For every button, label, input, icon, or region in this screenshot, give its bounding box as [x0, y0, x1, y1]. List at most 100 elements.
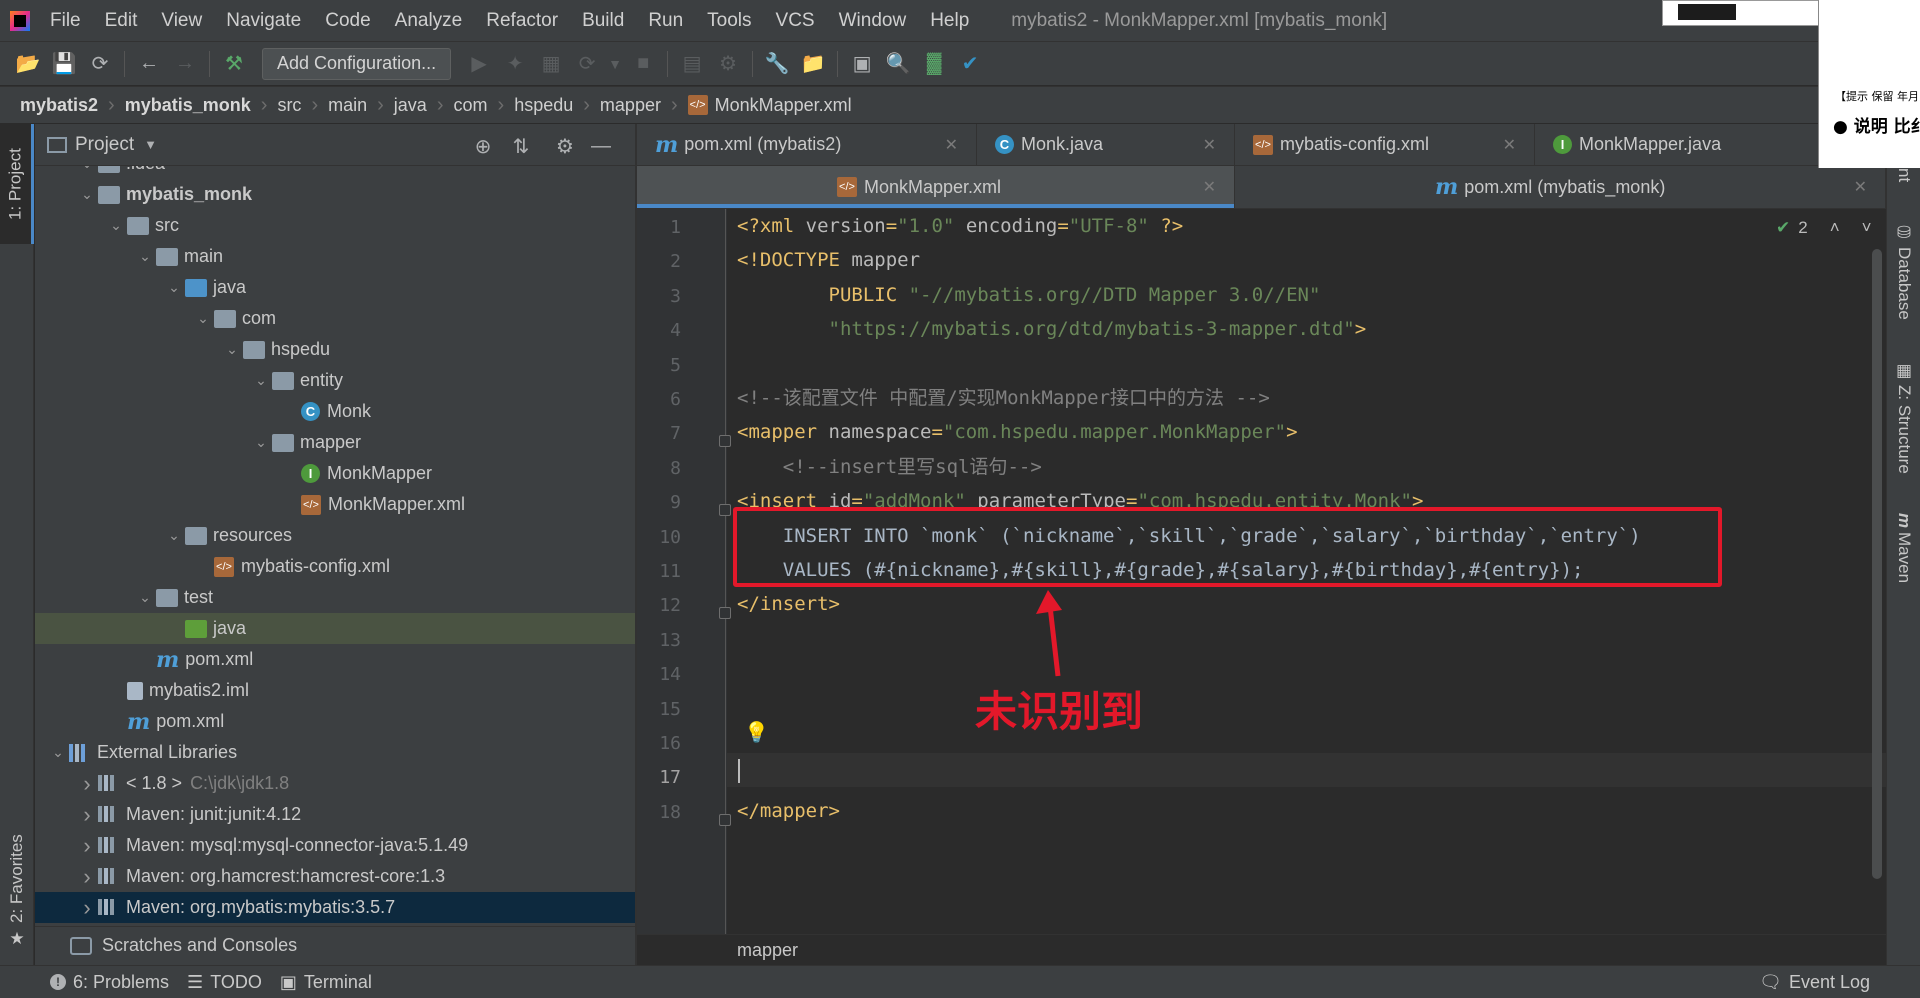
tree-item[interactable]: › Maven: org.hamcrest:hamcrest-core:1.3	[35, 861, 635, 892]
save-all-icon[interactable]: 💾	[46, 46, 82, 82]
event-log-button[interactable]: 🗨 Event Log	[1759, 972, 1870, 993]
build-hammer-icon[interactable]: ⚒	[216, 46, 252, 82]
chevron-right-icon[interactable]: ›	[76, 895, 98, 921]
tree-item[interactable]: › < 1.8 > C:\jdk\jdk1.8	[35, 768, 635, 799]
chevron-down-icon[interactable]: ⌄	[192, 310, 214, 327]
add-configuration-button[interactable]: Add Configuration...	[262, 47, 452, 80]
chevron-right-icon[interactable]: ›	[76, 833, 98, 859]
favorites-tool-tab[interactable]: ★ 2: Favorites	[0, 824, 34, 959]
gear-icon[interactable]: ⚙	[553, 134, 577, 158]
menu-help[interactable]: Help	[918, 0, 981, 41]
chevron-down-icon[interactable]: ▼	[144, 137, 157, 152]
tree-item[interactable]: ⌄ External Libraries	[35, 737, 635, 768]
tree-item[interactable]: java	[35, 613, 635, 644]
scratches-and-consoles[interactable]: Scratches and Consoles	[35, 926, 635, 964]
inspection-widget[interactable]: ✔ 2 ˄ ˅	[1776, 218, 1872, 238]
open-folder-icon[interactable]: 📂	[10, 46, 46, 82]
menu-view[interactable]: View	[149, 0, 214, 41]
chevron-right-icon[interactable]: ›	[76, 864, 98, 890]
menu-navigate[interactable]: Navigate	[214, 0, 313, 41]
tree-item[interactable]: ⌄ mapper	[35, 427, 635, 458]
previous-highlight-icon[interactable]: ˄	[1830, 218, 1840, 238]
tree-item[interactable]: › Maven: mysql:mysql-connector-java:5.1.4…	[35, 830, 635, 861]
close-icon[interactable]: ✕	[1203, 177, 1216, 197]
debug-icon[interactable]: ✦	[497, 46, 533, 82]
menu-edit[interactable]: Edit	[93, 0, 150, 41]
breadcrumb-item[interactable]: com	[454, 95, 488, 116]
close-icon[interactable]: ✕	[1503, 135, 1516, 155]
chevron-down-icon[interactable]: ⌄	[47, 744, 69, 761]
chevron-down-icon[interactable]: ⌄	[105, 217, 127, 234]
project-tool-tab[interactable]: 1: Project	[0, 124, 34, 244]
tree-item[interactable]: ⌄ hspedu	[35, 334, 635, 365]
terminal-tool-button[interactable]: ▣ Terminal	[280, 972, 372, 993]
tree-item[interactable]: ⌄ mybatis_monk	[35, 179, 635, 210]
menu-file[interactable]: File	[38, 0, 93, 41]
breadcrumb-item[interactable]: </> MonkMapper.xml	[687, 95, 852, 116]
menu-code[interactable]: Code	[313, 0, 382, 41]
collapse-all-icon[interactable]: ⇅	[509, 134, 533, 158]
dropdown-chevron-icon[interactable]: ▼	[605, 46, 625, 82]
editor-scrollbar[interactable]	[1872, 249, 1882, 879]
attach-debugger-icon[interactable]: ▤	[674, 46, 710, 82]
chevron-down-icon[interactable]: ⌄	[250, 372, 272, 389]
problems-tool-button[interactable]: ! 6: Problems	[50, 972, 169, 993]
tree-item[interactable]: ⌄ src	[35, 210, 635, 241]
editor-tab[interactable]: m pom.xml (mybatis_monk) ✕	[1235, 166, 1886, 208]
back-arrow-icon[interactable]: ←	[131, 46, 167, 82]
breadcrumb-item[interactable]: main	[328, 95, 367, 116]
project-structure-icon[interactable]: 📁	[795, 46, 831, 82]
close-icon[interactable]: ✕	[945, 135, 958, 155]
editor-breadcrumb[interactable]: mapper	[637, 934, 1886, 965]
breadcrumb-item[interactable]: java	[394, 95, 427, 116]
breadcrumb-item[interactable]: mybatis_monk	[125, 95, 251, 116]
sync-icon[interactable]: ⟳	[82, 46, 118, 82]
maven-tool-tab[interactable]: m Maven	[1887, 498, 1920, 598]
chevron-down-icon[interactable]: ⌄	[250, 434, 272, 451]
menu-tools[interactable]: Tools	[695, 0, 763, 41]
editor-tab[interactable]: m pom.xml (mybatis2) ✕	[637, 124, 977, 165]
editor-tab[interactable]: C Monk.java ✕	[977, 124, 1235, 165]
breadcrumb-item[interactable]: src	[277, 95, 301, 116]
chevron-down-icon[interactable]: ⌄	[221, 341, 243, 358]
tree-item[interactable]: ⌄ test	[35, 582, 635, 613]
tree-item[interactable]: ⌄ main	[35, 241, 635, 272]
vcs-update-icon[interactable]: ⚙	[710, 46, 746, 82]
check-circle-icon[interactable]: ✔	[952, 46, 988, 82]
menu-window[interactable]: Window	[827, 0, 919, 41]
database-tool-tab[interactable]: ⛁ Database	[1887, 216, 1920, 326]
tree-item[interactable]: ⌄ com	[35, 303, 635, 334]
chevron-down-icon[interactable]: ⌄	[76, 186, 98, 203]
fold-marker-icon[interactable]	[719, 435, 731, 448]
coverage-icon[interactable]: ▦	[533, 46, 569, 82]
chevron-down-icon[interactable]: ⌄	[134, 589, 156, 606]
stop-icon[interactable]: ■	[625, 46, 661, 82]
tree-item[interactable]: ⌄ java	[35, 272, 635, 303]
tree-item[interactable]: m pom.xml	[35, 644, 635, 675]
menu-run[interactable]: Run	[636, 0, 695, 41]
chevron-down-icon[interactable]: ⌄	[76, 166, 98, 172]
fold-marker-icon[interactable]	[719, 504, 731, 517]
breadcrumb-item[interactable]: hspedu	[514, 95, 573, 116]
structure-tool-tab[interactable]: ▦ Z: Structure	[1887, 352, 1920, 482]
chevron-down-icon[interactable]: ⌄	[163, 279, 185, 296]
chevron-right-icon[interactable]: ›	[76, 802, 98, 828]
tree-item[interactable]: m pom.xml	[35, 706, 635, 737]
tree-item[interactable]: › Maven: junit:junit:4.12	[35, 799, 635, 830]
project-view-selector[interactable]: Project	[75, 134, 134, 156]
chevron-right-icon[interactable]: ›	[76, 771, 98, 797]
terminal-window-icon[interactable]: ▣	[844, 46, 880, 82]
fold-marker-icon[interactable]	[719, 607, 731, 620]
editor-tab[interactable]: </> mybatis-config.xml ✕	[1235, 124, 1535, 165]
breadcrumb-item[interactable]: mapper	[600, 95, 661, 116]
hide-panel-icon[interactable]: —	[589, 134, 613, 158]
menu-refactor[interactable]: Refactor	[474, 0, 570, 41]
close-icon[interactable]: ✕	[1203, 135, 1216, 155]
chevron-down-icon[interactable]: ⌄	[134, 248, 156, 265]
close-icon[interactable]: ✕	[1854, 177, 1867, 197]
next-highlight-icon[interactable]: ˅	[1862, 218, 1872, 238]
tree-item[interactable]: </> mybatis-config.xml	[35, 551, 635, 582]
menu-build[interactable]: Build	[570, 0, 636, 41]
tree-item[interactable]: › Maven: org.mybatis:mybatis:3.5.7	[35, 892, 635, 923]
menu-vcs[interactable]: VCS	[764, 0, 827, 41]
